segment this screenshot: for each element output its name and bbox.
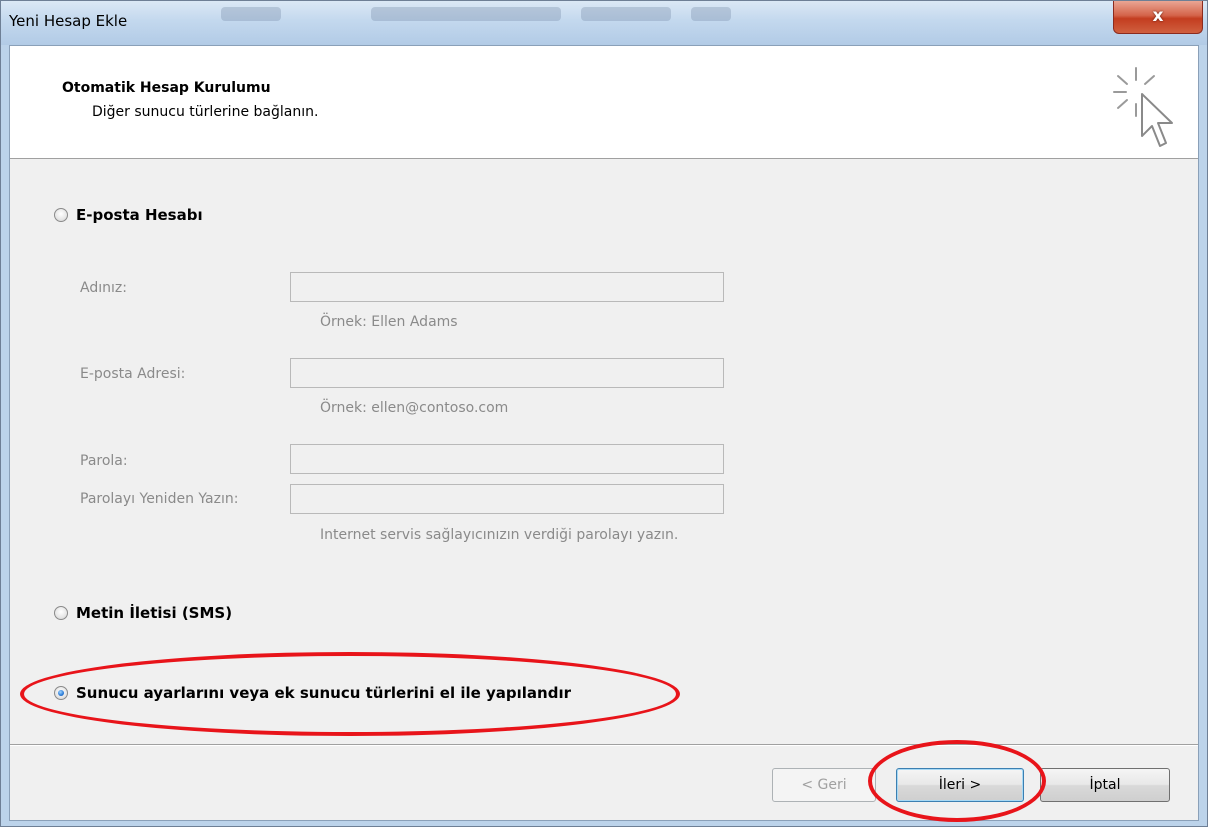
wizard-cursor-icon xyxy=(1113,67,1173,147)
background-blur xyxy=(581,7,671,21)
name-hint: Örnek: Ellen Adams xyxy=(320,314,458,330)
page-title: Otomatik Hesap Kurulumu xyxy=(62,80,271,96)
back-button[interactable]: < Geri xyxy=(772,768,876,802)
sms-radio[interactable] xyxy=(54,606,68,620)
wizard-header: Otomatik Hesap Kurulumu Diğer sunucu tür… xyxy=(10,46,1198,159)
cancel-button[interactable]: İptal xyxy=(1040,768,1170,802)
email-label: E-posta Adresi: xyxy=(80,366,186,382)
close-button[interactable]: x xyxy=(1113,1,1203,34)
name-label: Adınız: xyxy=(80,280,127,296)
title-bar[interactable]: Yeni Hesap Ekle x xyxy=(1,1,1207,45)
window-frame-right xyxy=(1199,45,1207,825)
email-account-label: E-posta Hesabı xyxy=(76,206,203,224)
email-field[interactable] xyxy=(290,358,724,388)
background-blur xyxy=(691,7,731,21)
footer-separator xyxy=(10,744,1198,746)
password-hint: Internet servis sağlayıcınızın verdiği p… xyxy=(320,527,679,543)
name-field[interactable] xyxy=(290,272,724,302)
close-icon: x xyxy=(1152,6,1164,26)
add-account-dialog: Yeni Hesap Ekle x Otomatik Hesap Kurulum… xyxy=(0,0,1208,827)
password-retype-field[interactable] xyxy=(290,484,724,514)
email-account-radio[interactable] xyxy=(54,208,68,222)
password-retype-label: Parolayı Yeniden Yazın: xyxy=(80,491,239,507)
manual-config-radio[interactable] xyxy=(54,686,68,700)
sms-label: Metin İletisi (SMS) xyxy=(76,604,233,622)
background-blur xyxy=(221,7,281,21)
window-title: Yeni Hesap Ekle xyxy=(9,12,128,30)
window-frame-left xyxy=(1,45,9,825)
email-hint: Örnek: ellen@contoso.com xyxy=(320,400,509,416)
password-label: Parola: xyxy=(80,453,128,469)
sms-option[interactable]: Metin İletisi (SMS) xyxy=(54,604,232,622)
page-subtitle: Diğer sunucu türlerine bağlanın. xyxy=(92,104,319,120)
manual-config-label: Sunucu ayarlarını veya ek sunucu türleri… xyxy=(76,684,571,702)
background-blur xyxy=(371,7,561,21)
next-button[interactable]: İleri > xyxy=(896,768,1024,802)
password-field[interactable] xyxy=(290,444,724,474)
manual-config-option[interactable]: Sunucu ayarlarını veya ek sunucu türleri… xyxy=(54,684,571,702)
dialog-client-area: Otomatik Hesap Kurulumu Diğer sunucu tür… xyxy=(9,45,1199,821)
email-account-option[interactable]: E-posta Hesabı xyxy=(54,206,203,224)
